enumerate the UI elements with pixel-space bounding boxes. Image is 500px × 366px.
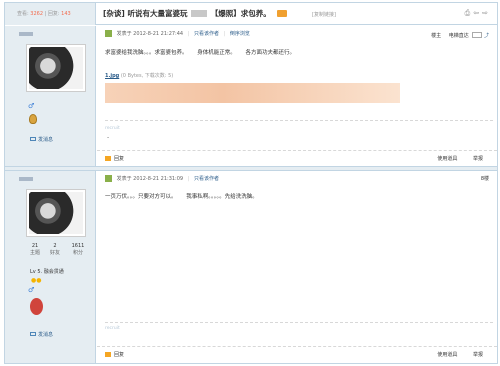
views-label: 查看:: [17, 11, 29, 17]
post-content: 发表于 2012-8-21 21:27:44 | 只看该作者 | 倒序浏览 楼主…: [97, 26, 497, 166]
report-link[interactable]: 举报: [473, 156, 483, 162]
use-tool-link[interactable]: 使用道具: [437, 156, 457, 162]
only-author-link[interactable]: 只看该作者: [194, 176, 219, 182]
thread-header: 查看: 3262 | 回复: 143 [杂谈] 听说有大量富婆玩 【爆照】求包养…: [5, 3, 497, 25]
post-tools: 使用道具 举报: [423, 155, 483, 162]
avatar[interactable]: [26, 189, 86, 237]
attachment: 1.jpg (0 Bytes, 下载次数: 5): [105, 72, 173, 79]
stat-friends[interactable]: 2 好友: [45, 243, 65, 256]
online-status-icon: [105, 30, 112, 37]
author-name[interactable]: [19, 32, 33, 38]
reply-button[interactable]: 回复: [105, 351, 124, 358]
signature-text: -: [107, 134, 110, 141]
thread-stats: 查看: 3262 | 回复: 143: [5, 3, 96, 25]
envelope-icon: [30, 332, 36, 336]
floor-input[interactable]: [472, 32, 483, 38]
signature-divider: [105, 322, 493, 323]
replies-label: 回复:: [47, 11, 60, 17]
views-count: 3262: [30, 11, 44, 17]
redacted-text: [191, 10, 208, 17]
signature: recruit: [105, 126, 120, 131]
author-sidebar: 21 主题 2 好友 1611 积分 Lv 5. 融会贯通 ●● ♂ 发消息: [5, 171, 96, 363]
post-body: 一页万伏。。。只要对方可以。 我事私啊。。。。。先给洗洗脑。: [105, 194, 258, 200]
post-footer: 回复 使用道具 举报: [97, 346, 497, 360]
next-thread-icon[interactable]: ⇨: [482, 9, 491, 17]
floor-number: 楼主 电梯直达 ⤴: [431, 32, 489, 39]
send-message-link[interactable]: 发消息: [30, 136, 53, 143]
thread-title-tag: 【爆照】求包养。: [210, 9, 271, 18]
prev-thread-icon[interactable]: ⇦: [473, 9, 482, 17]
report-link[interactable]: 举报: [473, 352, 483, 358]
replies-count: 143: [61, 11, 71, 17]
post-2: 21 主题 2 好友 1611 积分 Lv 5. 融会贯通 ●● ♂ 发消息 发表于 …: [5, 171, 497, 363]
copy-link[interactable]: [复制链接]: [312, 11, 336, 18]
online-status-icon: [105, 175, 112, 182]
go-icon[interactable]: ⤴: [484, 33, 489, 39]
stats-separator: |: [44, 11, 47, 17]
attachment-link[interactable]: 1.jpg: [105, 73, 119, 79]
print-icon[interactable]: ⎙: [465, 9, 474, 17]
jump-to-floor-label: 电梯直达: [448, 33, 469, 39]
stat-threads[interactable]: 21 主题: [25, 243, 45, 256]
use-tool-link[interactable]: 使用道具: [437, 352, 457, 358]
redacted-username: [19, 32, 33, 36]
user-level: Lv 5. 融会贯通: [30, 269, 64, 275]
post-content: 发表于 2012-8-21 21:31:09 | 只看该作者 8楼 一页万伏。。…: [97, 171, 497, 363]
signature-divider: [105, 120, 493, 121]
thread-view: 查看: 3262 | 回复: 143 [杂谈] 听说有大量富婆玩 【爆照】求包养…: [4, 2, 498, 364]
post-timestamp: 发表于 2012-8-21 21:27:44: [116, 31, 184, 37]
thread-category[interactable]: [杂谈]: [103, 9, 125, 18]
header-nav-icons[interactable]: ⎙⇦⇨: [465, 9, 491, 18]
post-meta: 发表于 2012-8-21 21:27:44 | 只看该作者 | 倒序浏览: [105, 30, 250, 37]
stat-points[interactable]: 1611 积分: [68, 243, 88, 256]
thread-title: [杂谈] 听说有大量富婆玩 【爆照】求包养。: [103, 8, 288, 19]
avatar-image: [29, 192, 83, 234]
post-1: ♂ 发消息 发表于 2012-8-21 21:27:44 | 只看该作者 | 倒…: [5, 26, 497, 166]
signature: recruit: [105, 326, 120, 331]
post-footer: 回复 使用道具 举报: [97, 150, 497, 164]
reverse-order-link[interactable]: 倒序浏览: [230, 31, 250, 37]
reply-icon: [105, 352, 111, 357]
redacted-username: [19, 177, 33, 181]
medal-icon: [29, 114, 37, 124]
avatar-image: [29, 47, 83, 89]
post-tools: 使用道具 举报: [423, 351, 483, 358]
send-message-link[interactable]: 发消息: [30, 331, 53, 338]
post-meta: 发表于 2012-8-21 21:31:09 | 只看该作者: [105, 175, 219, 182]
male-icon: ♂: [28, 102, 35, 110]
badge-icon: [30, 298, 43, 315]
author-sidebar: ♂ 发消息: [5, 26, 96, 166]
reply-button[interactable]: 回复: [105, 155, 124, 162]
only-author-link[interactable]: 只看该作者: [194, 31, 219, 37]
reply-icon: [105, 156, 111, 161]
male-icon: ♂: [28, 286, 35, 294]
attachment-info: (0 Bytes, 下载次数: 5): [120, 73, 174, 79]
author-name[interactable]: [19, 177, 33, 183]
post-body: 求富婆给我洗脑。。。求富婆包养。 身体机能正常。 各方面功夫都还行。: [105, 50, 295, 56]
thread-title-text: 听说有大量富婆玩: [127, 9, 188, 18]
post-timestamp: 发表于 2012-8-21 21:31:09: [116, 176, 184, 182]
attachment-image[interactable]: [105, 83, 400, 103]
level-stars-icon: ●●: [31, 277, 42, 284]
hot-badge-icon: [277, 10, 288, 17]
avatar[interactable]: [26, 44, 86, 92]
envelope-icon: [30, 137, 36, 141]
floor-number: 8楼: [480, 176, 489, 182]
